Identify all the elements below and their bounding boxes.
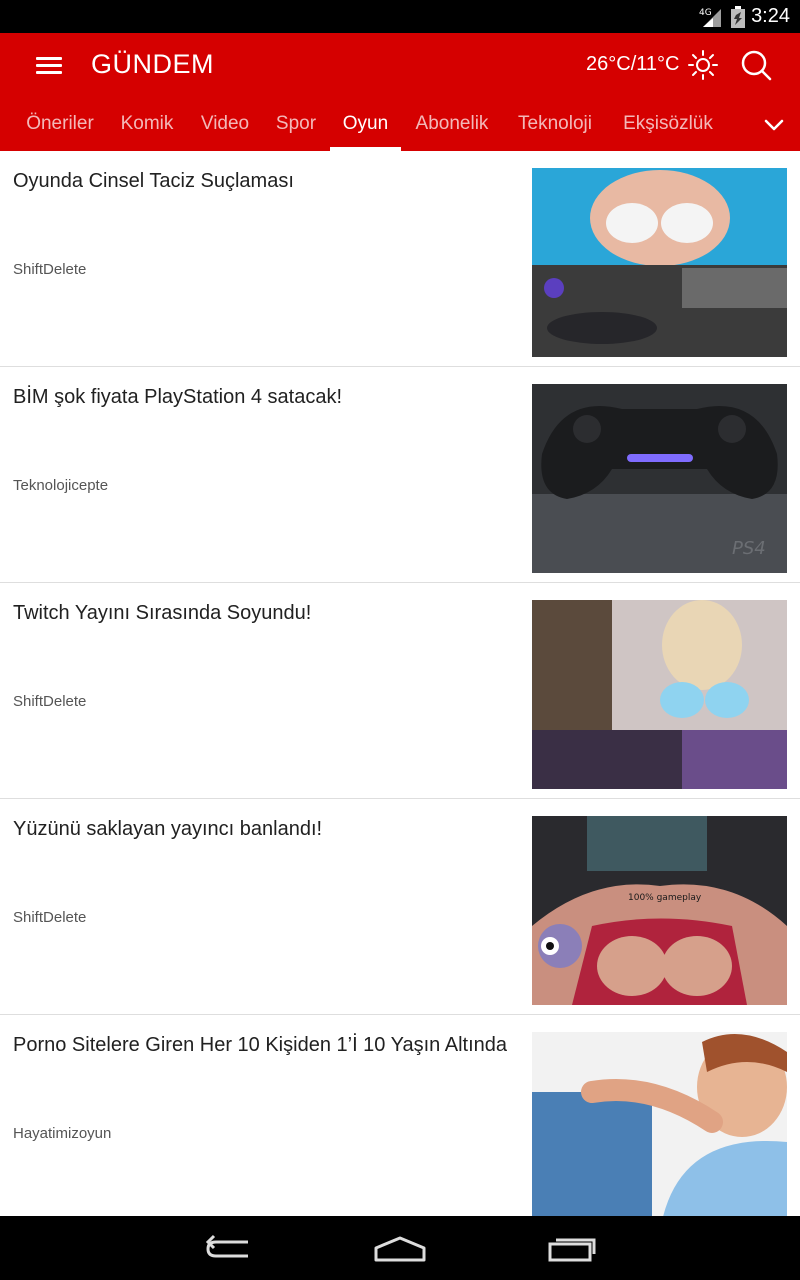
tab-oneriler[interactable]: Öneriler bbox=[14, 103, 106, 151]
svg-text:4G: 4G bbox=[699, 8, 712, 18]
tab-komik[interactable]: Komik bbox=[110, 103, 184, 151]
article-source: ShiftDelete bbox=[13, 261, 87, 278]
article-thumbnail bbox=[532, 1032, 787, 1216]
tab-abonelik[interactable]: Abonelik bbox=[405, 103, 499, 151]
article-thumbnail bbox=[532, 600, 787, 789]
article-source: ShiftDelete bbox=[13, 909, 87, 926]
article-source: Hayatimizoyun bbox=[13, 1125, 112, 1142]
list-item[interactable]: Twitch Yayını Sırasında Soyundu! ShiftDe… bbox=[0, 583, 800, 799]
category-tabs: Öneriler Komik Video Spor Oyun Abonelik … bbox=[0, 103, 800, 151]
status-bar: 4G 3:24 bbox=[0, 0, 800, 33]
weather-temperature[interactable]: 26°C/11°C bbox=[586, 53, 679, 76]
tab-teknoloji[interactable]: Teknoloji bbox=[505, 103, 605, 151]
status-time: 3:24 bbox=[751, 5, 790, 27]
search-icon[interactable] bbox=[740, 49, 772, 81]
article-title: Yüzünü saklayan yayıncı banlandı! bbox=[13, 818, 323, 840]
system-navigation-bar bbox=[0, 1216, 800, 1280]
app-bar: GÜNDEM 26°C/11°C Öneriler Komik Video Sp… bbox=[0, 33, 800, 151]
article-thumbnail: PS4 bbox=[532, 384, 787, 573]
tab-oyun[interactable]: Oyun bbox=[330, 103, 401, 151]
article-source: Teknolojicepte bbox=[13, 477, 109, 494]
article-title: Oyunda Cinsel Taciz Suçlaması bbox=[13, 170, 294, 192]
list-item[interactable]: Porno Sitelere Giren Her 10 Kişiden 1’İ … bbox=[0, 1015, 800, 1216]
list-item[interactable]: Yüzünü saklayan yayıncı banlandı! ShiftD… bbox=[0, 799, 800, 1015]
list-item[interactable]: Oyunda Cinsel Taciz Suçlaması ShiftDelet… bbox=[0, 151, 800, 367]
battery-icon bbox=[731, 5, 746, 28]
article-thumbnail bbox=[532, 168, 787, 357]
home-icon[interactable] bbox=[370, 1232, 430, 1266]
article-list: Oyunda Cinsel Taciz Suçlaması ShiftDelet… bbox=[0, 151, 800, 1216]
article-title: Twitch Yayını Sırasında Soyundu! bbox=[13, 602, 312, 624]
tab-eksisozluk[interactable]: Ekşisözlük bbox=[610, 103, 726, 151]
svg-text:100% gameplay: 100% gameplay bbox=[628, 893, 702, 903]
article-title: BİM şok fiyata PlayStation 4 satacak! bbox=[13, 386, 343, 408]
signal-icon: 4G bbox=[699, 8, 722, 27]
list-item[interactable]: BİM şok fiyata PlayStation 4 satacak! Te… bbox=[0, 367, 800, 583]
article-title: Porno Sitelere Giren Her 10 Kişiden 1’İ … bbox=[13, 1034, 507, 1056]
back-icon[interactable] bbox=[200, 1232, 260, 1266]
article-thumbnail: 100% gameplay bbox=[532, 816, 787, 1005]
chevron-down-icon[interactable] bbox=[760, 113, 788, 137]
status-indicators: 4G 3:24 bbox=[699, 0, 790, 33]
tab-spor[interactable]: Spor bbox=[266, 103, 326, 151]
page-title: GÜNDEM bbox=[91, 49, 214, 79]
recents-icon[interactable] bbox=[542, 1232, 602, 1266]
tab-video[interactable]: Video bbox=[190, 103, 260, 151]
svg-text:PS4: PS4 bbox=[732, 538, 766, 559]
menu-icon[interactable] bbox=[34, 53, 64, 79]
article-source: ShiftDelete bbox=[13, 693, 87, 710]
sun-icon[interactable] bbox=[688, 50, 718, 80]
